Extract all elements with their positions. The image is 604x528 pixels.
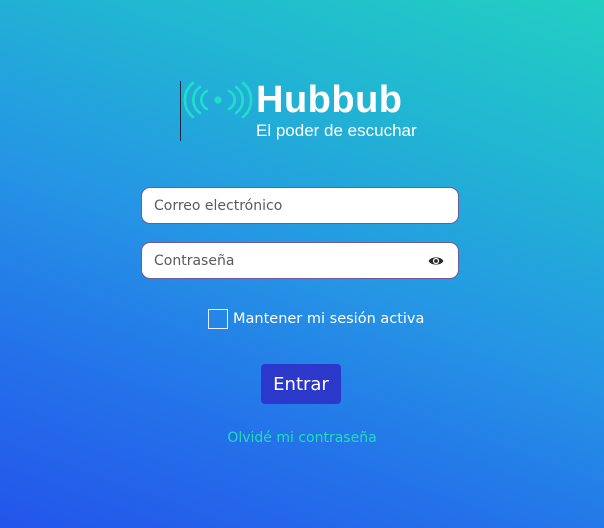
email-input[interactable] [154,188,424,223]
remember-label: Mantener mi sesión activa [233,311,425,327]
password-field[interactable] [141,242,459,279]
brand-name: Hubbub [256,79,403,121]
brand-logo: Hubbub El poder de escuchar [180,79,440,144]
broadcast-signal-icon [183,81,253,119]
remember-checkbox[interactable] [208,309,228,329]
email-field[interactable] [141,187,459,224]
password-input[interactable] [154,243,424,278]
brand-tagline: El poder de escuchar [256,121,417,140]
remember-session[interactable]: Mantener mi sesión activa [208,308,424,330]
login-button[interactable]: Entrar [261,364,341,404]
logo-divider [180,81,181,141]
eye-icon[interactable] [428,255,444,267]
forgot-password-link[interactable]: Olvidé mi contraseña [0,430,604,446]
